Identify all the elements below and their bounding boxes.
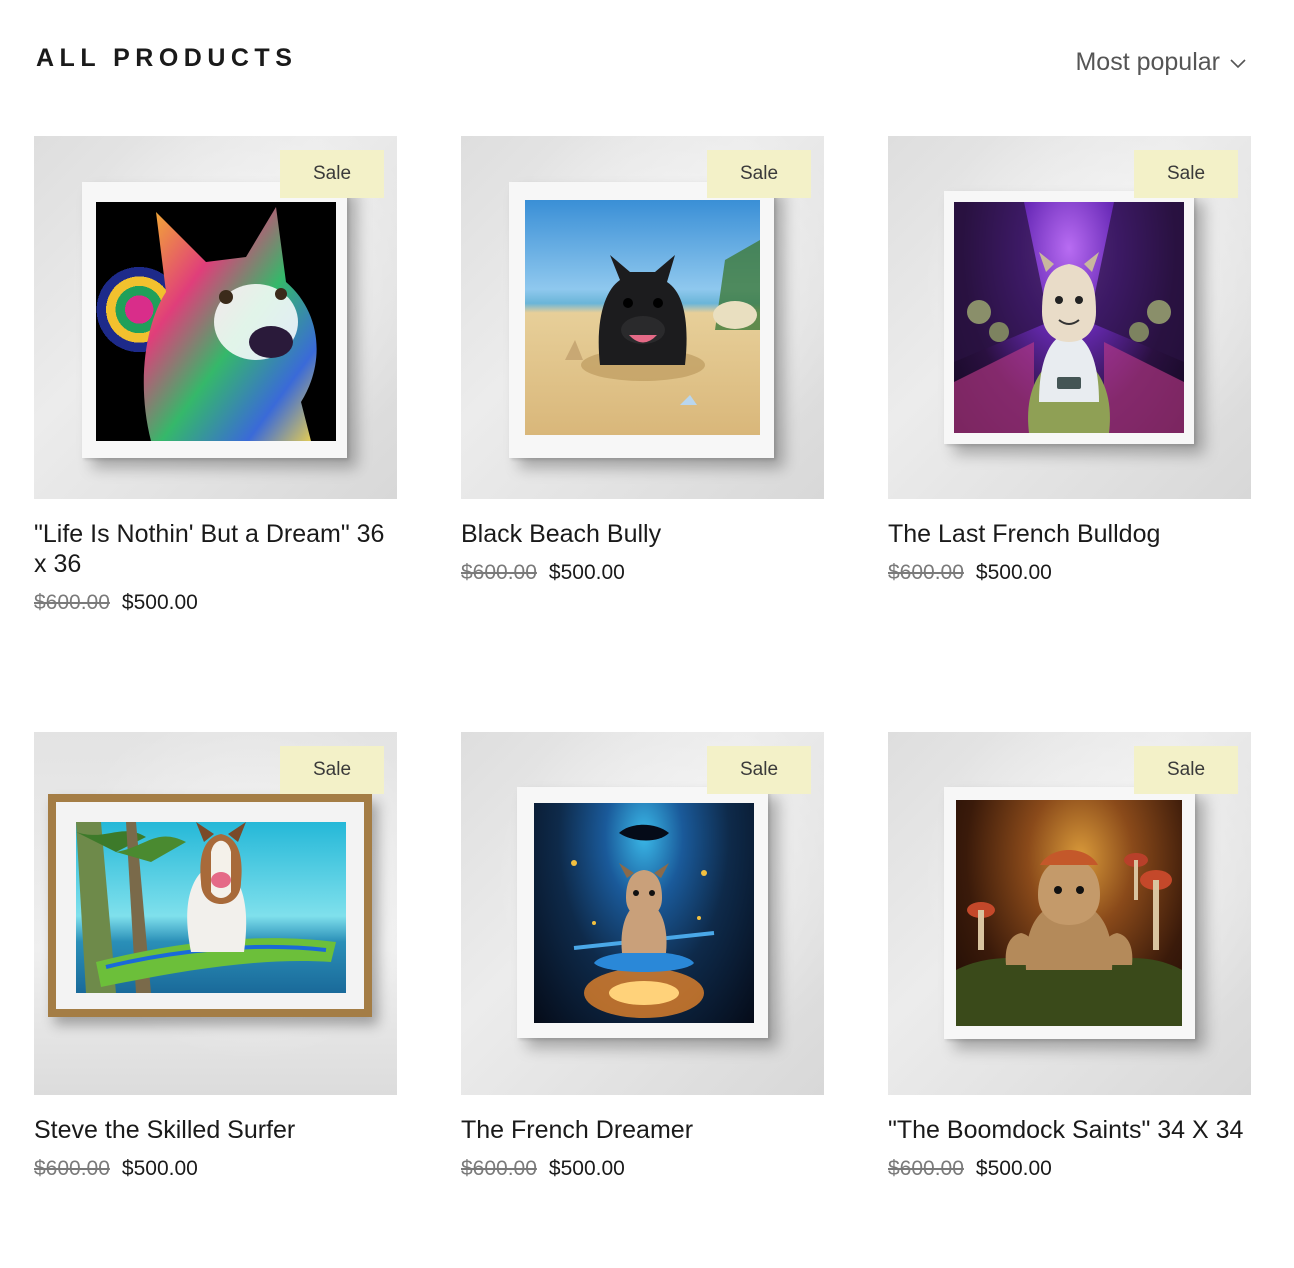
sort-label: Most popular xyxy=(1075,48,1220,76)
product-image[interactable]: Sale xyxy=(34,136,397,499)
sale-price: $500.00 xyxy=(975,1157,1052,1180)
product-title[interactable]: The French Dreamer xyxy=(461,1115,821,1145)
product-image[interactable]: Sale xyxy=(34,732,397,1095)
sale-badge: Sale xyxy=(1134,746,1238,794)
sale-badge: Sale xyxy=(1134,150,1238,198)
original-price: $600.00 xyxy=(888,1157,964,1180)
sale-price: $500.00 xyxy=(548,561,625,584)
chevron-down-icon xyxy=(1228,53,1248,73)
product-card[interactable]: Sale Steve the Skilled Surfer $600.00 $5… xyxy=(34,732,397,1268)
product-title[interactable]: Steve the Skilled Surfer xyxy=(34,1115,394,1145)
product-price: $600.00 $500.00 xyxy=(461,561,824,585)
product-card[interactable]: Sale "The Boomdock Saints" 34 X 34 $600.… xyxy=(888,732,1251,1268)
sale-badge: Sale xyxy=(280,746,384,794)
sale-badge: Sale xyxy=(280,150,384,198)
product-listing-page: ALL PRODUCTS Most popular Sale "Life Is … xyxy=(0,0,1294,1268)
product-image[interactable]: Sale xyxy=(461,732,824,1095)
product-title[interactable]: "Life Is Nothin' But a Dream" 36 x 36 xyxy=(34,519,394,579)
product-price: $600.00 $500.00 xyxy=(888,561,1251,585)
product-price: $600.00 $500.00 xyxy=(461,1157,824,1181)
product-grid: Sale "Life Is Nothin' But a Dream" 36 x … xyxy=(34,136,1251,1268)
original-price: $600.00 xyxy=(34,1157,110,1180)
product-price: $600.00 $500.00 xyxy=(34,1157,397,1181)
page-title: ALL PRODUCTS xyxy=(36,44,298,72)
product-title[interactable]: "The Boomdock Saints" 34 X 34 xyxy=(888,1115,1248,1145)
product-price: $600.00 $500.00 xyxy=(888,1157,1251,1181)
sale-price: $500.00 xyxy=(121,591,198,614)
sale-price: $500.00 xyxy=(121,1157,198,1180)
product-card[interactable]: Sale "Life Is Nothin' But a Dream" 36 x … xyxy=(34,136,397,732)
product-title[interactable]: Black Beach Bully xyxy=(461,519,821,549)
product-title[interactable]: The Last French Bulldog xyxy=(888,519,1248,549)
product-card[interactable]: Sale The Last French Bulldog $600.00 $50… xyxy=(888,136,1251,732)
sort-dropdown[interactable]: Most popular xyxy=(1075,48,1248,77)
sale-price: $500.00 xyxy=(975,561,1052,584)
original-price: $600.00 xyxy=(461,561,537,584)
product-price: $600.00 $500.00 xyxy=(34,591,397,615)
product-image[interactable]: Sale xyxy=(888,732,1251,1095)
product-image[interactable]: Sale xyxy=(888,136,1251,499)
sale-badge: Sale xyxy=(707,746,811,794)
original-price: $600.00 xyxy=(34,591,110,614)
sale-badge: Sale xyxy=(707,150,811,198)
product-card[interactable]: Sale The French Dreamer $600.00 $500.00 xyxy=(461,732,824,1268)
sale-price: $500.00 xyxy=(548,1157,625,1180)
product-card[interactable]: Sale Black Beach Bully $600.00 $500.00 xyxy=(461,136,824,732)
original-price: $600.00 xyxy=(888,561,964,584)
product-image[interactable]: Sale xyxy=(461,136,824,499)
original-price: $600.00 xyxy=(461,1157,537,1180)
